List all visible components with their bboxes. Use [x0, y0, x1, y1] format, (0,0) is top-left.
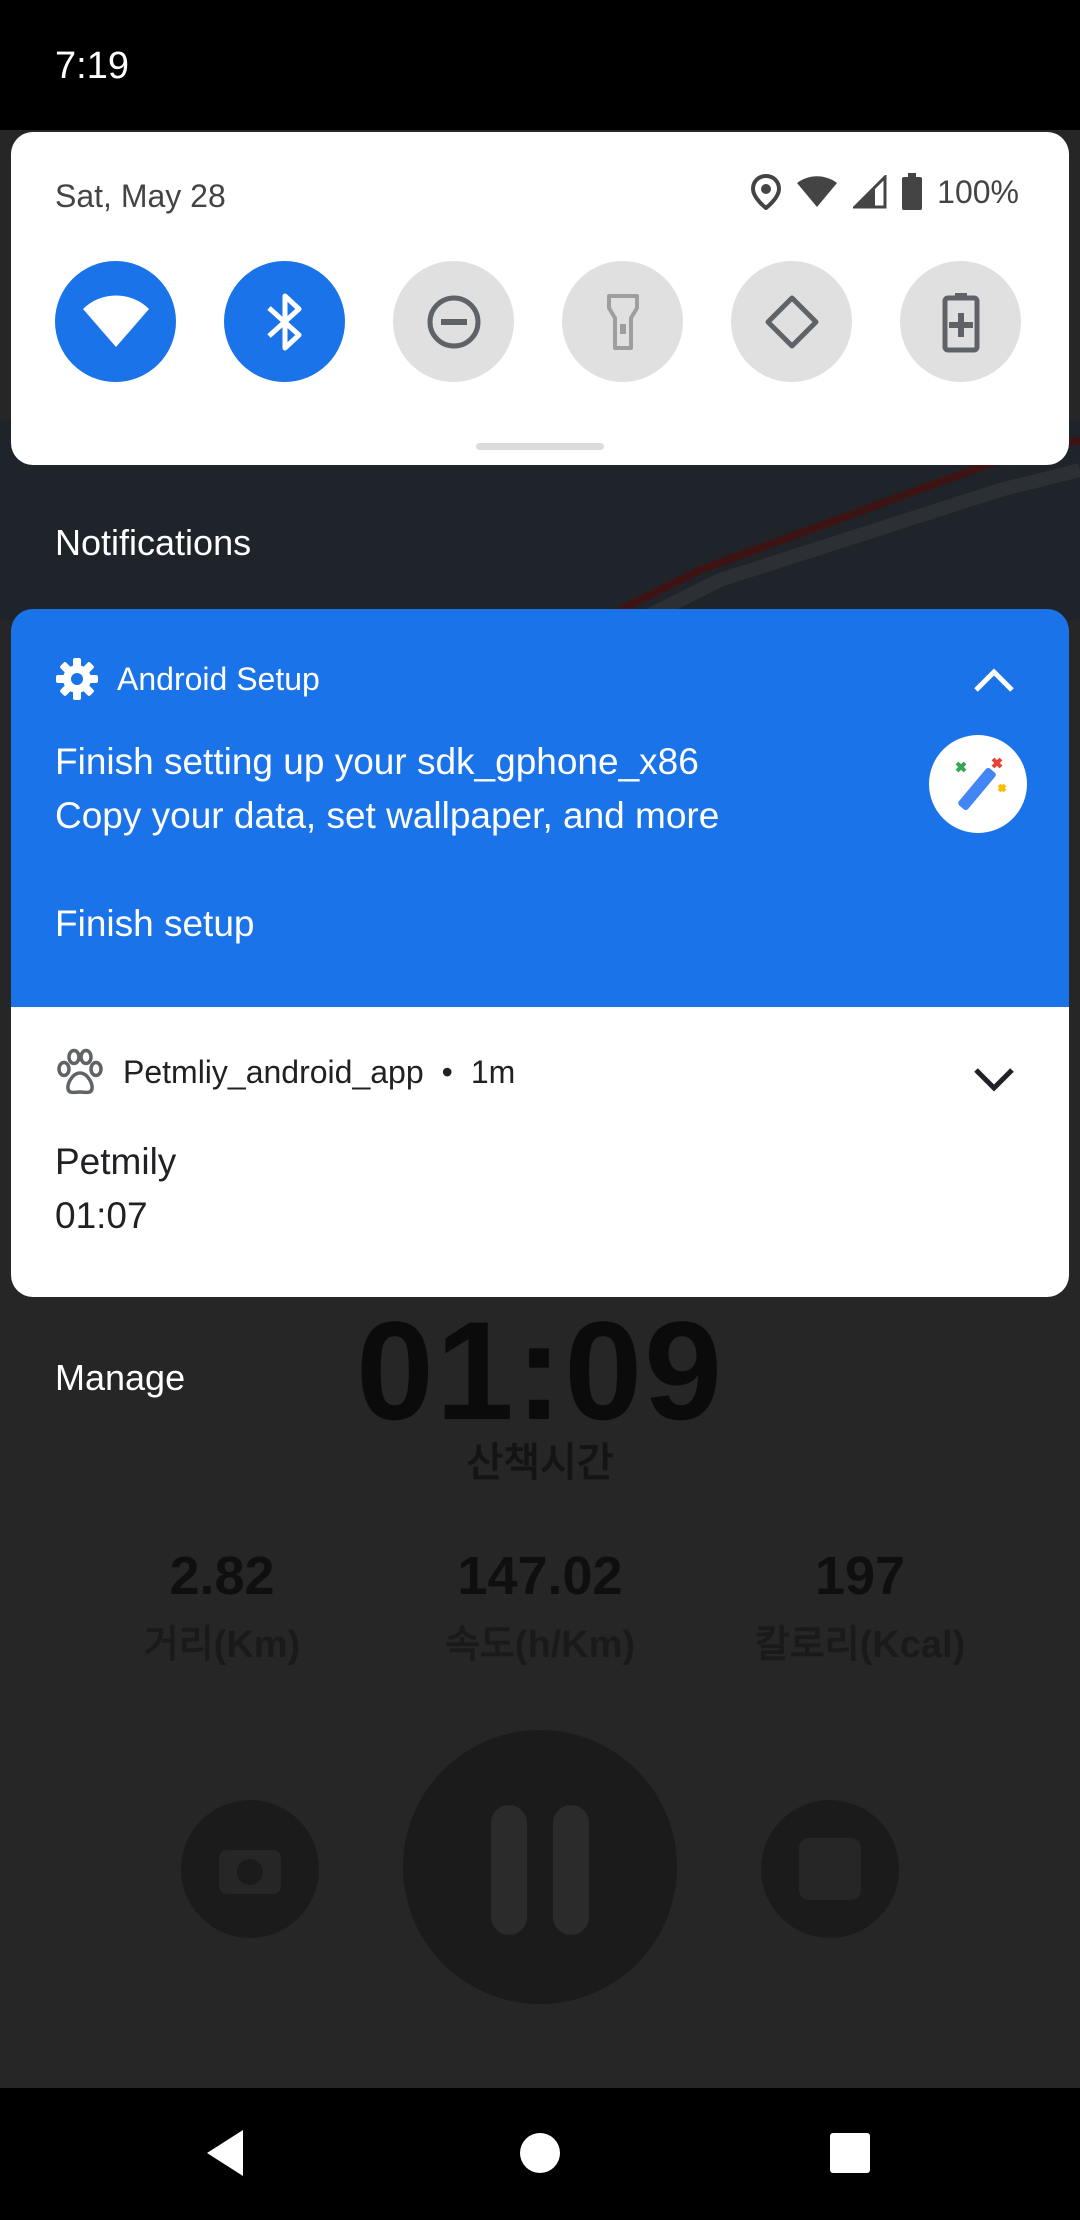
battery-percent: 100% — [937, 173, 1019, 210]
tile-bluetooth[interactable] — [224, 261, 345, 382]
wifi-icon — [82, 295, 149, 347]
pause-icon — [491, 1805, 589, 1935]
stop-button — [761, 1800, 899, 1938]
quick-settings-panel: Sat, May 28 100% — [11, 132, 1069, 465]
camera-button — [181, 1800, 319, 1938]
notification-android-setup[interactable]: Android Setup Finish setting up your sdk… — [11, 609, 1069, 1009]
notification-app-name: Android Setup — [117, 660, 320, 697]
stat-label: 칼로리(Kcal) — [754, 1624, 966, 1666]
separator-dot: • — [441, 1053, 453, 1090]
notification-app-name: Petmliy_android_app — [123, 1053, 424, 1090]
recents-icon — [830, 2133, 870, 2173]
tile-do-not-disturb[interactable] — [393, 261, 514, 382]
stat-value: 147.02 — [457, 1546, 623, 1606]
notification-petmily[interactable]: Petmliy_android_app • 1m Petmily 01:07 — [11, 1007, 1069, 1297]
magic-wand-icon — [955, 757, 1007, 811]
camera-icon — [219, 1850, 281, 1894]
qs-drag-handle[interactable] — [476, 443, 604, 450]
cell-signal-icon — [853, 175, 887, 209]
recents-button[interactable] — [815, 2118, 885, 2188]
qs-date[interactable]: Sat, May 28 — [55, 178, 226, 215]
manage-button[interactable]: Manage — [55, 1357, 185, 1399]
stat-label: 속도(h/Km) — [444, 1624, 636, 1666]
walk-timer-label: 산책시간 — [466, 1441, 614, 1485]
battery-icon — [902, 173, 923, 210]
navigation-bar — [0, 2088, 1080, 2220]
flashlight-icon — [606, 293, 639, 350]
stop-icon — [799, 1838, 861, 1900]
tile-battery-saver[interactable] — [900, 261, 1021, 382]
wifi-signal-icon — [797, 176, 838, 207]
paw-icon — [57, 1048, 103, 1095]
notification-text: 01:07 — [55, 1195, 148, 1236]
notification-app-row: Petmliy_android_app • 1m — [55, 1047, 515, 1097]
auto-rotate-icon — [765, 295, 818, 348]
collapse-button[interactable] — [969, 655, 1019, 705]
back-icon — [207, 2130, 243, 2176]
back-button[interactable] — [190, 2118, 260, 2188]
do-not-disturb-icon — [427, 295, 480, 348]
battery-saver-icon — [942, 292, 979, 352]
notification-title: Finish setting up your sdk_gphone_x86 — [55, 741, 699, 782]
gear-icon — [56, 658, 98, 700]
chevron-down-icon — [974, 1068, 1014, 1092]
notification-text: Copy your data, set wallpaper, and more — [55, 795, 720, 836]
stat-value: 197 — [814, 1546, 906, 1606]
tile-auto-rotate[interactable] — [731, 261, 852, 382]
notifications-header: Notifications — [55, 522, 252, 563]
expand-button[interactable] — [969, 1055, 1019, 1105]
notification-time: 1m — [470, 1053, 516, 1090]
chevron-up-icon — [974, 668, 1014, 692]
qs-status-icons: 100% — [751, 172, 1019, 212]
finish-setup-button[interactable]: Finish setup — [55, 903, 255, 945]
stat-value: 2.82 — [169, 1546, 275, 1606]
home-button[interactable] — [505, 2118, 575, 2188]
setup-wand-image — [929, 735, 1027, 833]
stat-calories: 197 칼로리(Kcal) — [700, 1545, 1020, 1668]
location-icon — [751, 174, 782, 210]
notification-title: Petmily — [55, 1141, 177, 1182]
notification-app-row: Android Setup — [55, 657, 320, 701]
status-bar: 7:19 — [0, 0, 1080, 130]
stat-label: 거리(Km) — [143, 1624, 301, 1666]
home-icon — [520, 2133, 560, 2173]
tile-wifi[interactable] — [55, 261, 176, 382]
status-clock: 7:19 — [55, 45, 129, 87]
bluetooth-icon — [266, 293, 301, 350]
stat-speed: 147.02 속도(h/Km) — [380, 1545, 700, 1668]
pause-button — [403, 1730, 677, 2004]
tile-flashlight[interactable] — [562, 261, 683, 382]
stat-distance: 2.82 거리(Km) — [62, 1545, 382, 1668]
